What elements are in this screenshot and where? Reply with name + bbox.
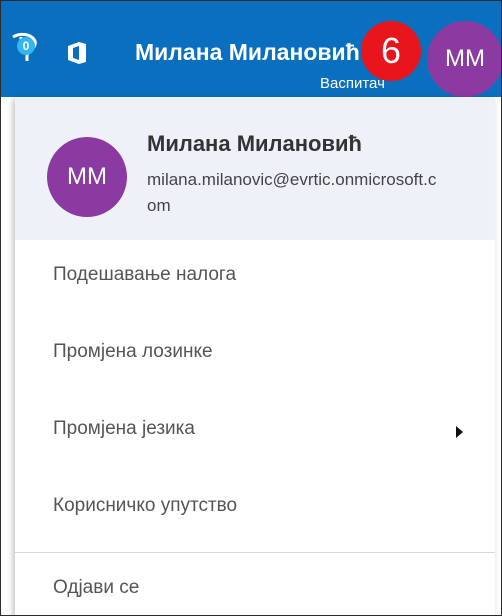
app-window: 0 Милана Милановић Васпитач 6 ММ ММ Мила… <box>0 0 502 616</box>
menu-item-label: Корисничко упутство <box>53 495 238 516</box>
notification-count-badge: 0 <box>17 37 35 55</box>
menu-item-user-guide[interactable]: Корисничко упутство <box>15 471 495 545</box>
header-user-role: Васпитач <box>320 75 385 92</box>
menu-item-change-language[interactable]: Промјена језика <box>15 394 495 468</box>
menu-item-change-password[interactable]: Промјена лозинке <box>15 317 495 391</box>
header-avatar[interactable]: ММ <box>427 21 501 97</box>
menu-item-label: Промјена лозинке <box>53 341 213 362</box>
menu-item-sign-out[interactable]: Одјави се <box>15 553 495 615</box>
chevron-right-icon <box>456 426 463 438</box>
menu-item-label: Одјави се <box>53 577 140 598</box>
profile-email: milana.milanovic@evrtic.onmicrosoft.com <box>147 170 437 215</box>
header-user-name[interactable]: Милана Милановић <box>135 39 360 66</box>
menu-item-label: Подешавање налога <box>53 264 237 285</box>
menu-item-account-settings[interactable]: Подешавање налога <box>15 240 495 314</box>
profile-avatar: ММ <box>47 137 127 217</box>
profile-name: Милана Милановић <box>147 131 362 156</box>
menu-item-label: Промјена језика <box>53 418 195 439</box>
profile-panel: ММ Милана Милановић milana.milanovic@evr… <box>15 97 495 240</box>
office-logo-icon[interactable] <box>65 41 89 65</box>
step-number-badge: 6 <box>361 21 421 81</box>
top-header-bar: 0 Милана Милановић Васпитач 6 ММ <box>1 1 501 97</box>
account-dropdown-menu: ММ Милана Милановић milana.milanovic@evr… <box>15 97 495 615</box>
